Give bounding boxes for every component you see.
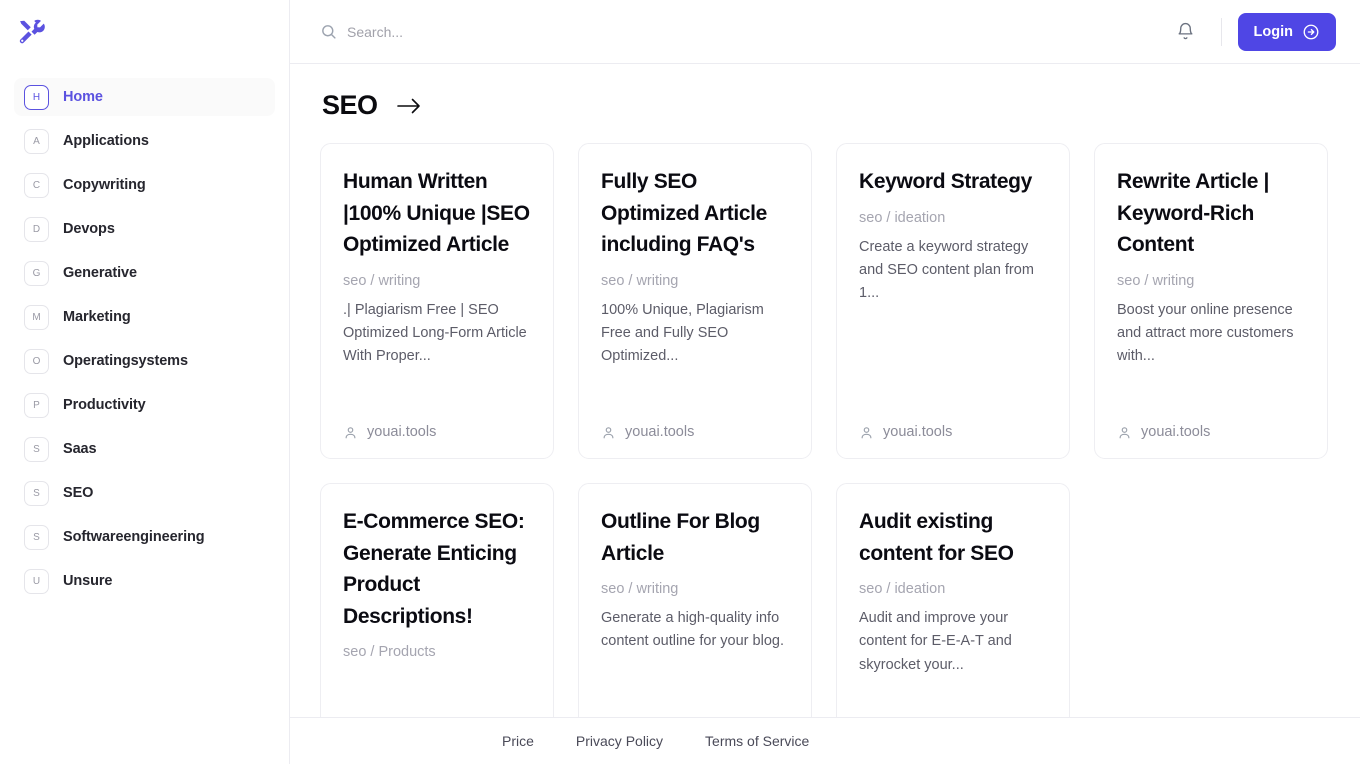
sidebar-item-label: Unsure [63,573,113,589]
sidebar-item-label: Operatingsystems [63,353,188,369]
sidebar-item-productivity[interactable]: P Productivity [14,386,275,424]
search-icon [322,25,336,39]
card-author-name: youai.tools [1141,424,1211,440]
user-icon [861,426,872,438]
card-description: Boost your online presence and attract m… [1117,301,1294,365]
sidebar-item-operatingsystems[interactable]: O Operatingsystems [14,342,275,380]
sidebar-item-badge: A [24,128,49,154]
sidebar-item-label: Generative [63,265,137,281]
sidebar-item-marketing[interactable]: M Marketing [14,298,275,336]
topbar-actions: Login [1167,12,1336,51]
sidebar-item-badge: S [24,480,49,506]
tools-logo-icon [19,19,45,44]
card-author-name: youai.tools [883,424,953,440]
sidebar-item-softwareengineering[interactable]: S Softwareengineering [14,518,275,556]
notifications-button[interactable] [1167,13,1205,51]
tool-card[interactable]: Human Written |100% Unique |SEO Optimize… [320,143,554,459]
card-author-name: youai.tools [625,424,695,440]
main-column: Login SEO Human Written |100% Unique |SE… [290,0,1360,764]
content-area: SEO Human Written |100% Unique |SEO Opti… [290,64,1360,764]
logo-container[interactable] [0,0,289,64]
card-author-name: youai.tools [367,424,437,440]
card-author: youai.tools [1117,424,1305,440]
card-category: seo / ideation [859,209,946,226]
sidebar-item-seo[interactable]: S SEO [14,474,275,512]
page-title: SEO [322,90,378,120]
sidebar-item-applications[interactable]: A Applications [14,122,275,160]
sidebar-item-label: Devops [63,221,115,237]
card-title: Audit existing content for SEO [859,510,1014,565]
card-title: E-Commerce SEO: Generate Enticing Produc… [343,510,525,628]
sidebar-item-label: Copywriting [63,177,146,193]
sidebar-nav: H Home A Applications C Copywriting D Devops G Ge… [0,64,289,600]
search-input[interactable] [347,23,767,40]
card-description: .| Plagiarism Free | SEO Optimized Long-… [343,301,527,365]
card-author: youai.tools [859,424,1047,440]
card-category: seo / writing [1117,272,1195,289]
card-description: 100% Unique, Plagiarism Free and Fully S… [601,301,764,365]
card-category: seo / writing [601,581,679,597]
sidebar-item-label: Productivity [63,397,146,413]
user-icon [1119,426,1130,438]
tool-card[interactable]: Keyword Strategy seo / ideation Create a k… [836,143,1070,459]
sidebar-item-label: Marketing [63,309,131,325]
sidebar-item-label: Applications [63,133,149,149]
card-author: youai.tools [343,424,531,440]
card-category: seo / writing [343,272,421,289]
footer-link-terms-of-service[interactable]: Terms of Service [705,733,809,749]
sidebar: H Home A Applications C Copywriting D Devops G Ge… [0,0,290,764]
sidebar-item-devops[interactable]: D Devops [14,210,275,248]
card-title: Human Written |100% Unique |SEO Optimize… [343,170,530,256]
tool-card[interactable]: Rewrite Article | Keyword-Rich Content se… [1094,143,1328,459]
sidebar-item-badge: M [24,304,49,330]
card-title: Rewrite Article | Keyword-Rich Content [1117,170,1270,256]
card-title: Outline For Blog Article [601,510,760,565]
topbar: Login [290,0,1360,64]
footer: Price Privacy Policy Terms of Service [290,717,1360,764]
sidebar-item-badge: U [24,568,49,594]
footer-link-privacy-policy[interactable]: Privacy Policy [576,733,663,749]
login-button[interactable]: Login [1237,12,1336,51]
card-category: seo / writing [601,272,679,289]
sidebar-item-label: Softwareengineering [63,529,205,545]
topbar-divider [1220,17,1222,46]
tool-card[interactable]: Fully SEO Optimized Article including FA… [578,143,812,459]
sidebar-item-home[interactable]: H Home [14,78,275,116]
card-author: youai.tools [601,424,789,440]
sidebar-item-label: SEO [63,485,94,501]
card-title: Keyword Strategy [859,170,1032,193]
bell-icon [1178,22,1193,40]
app-root: H Home A Applications C Copywriting D Devops G Ge… [0,0,1360,764]
card-description: Create a keyword strategy and SEO conten… [859,238,1034,302]
sidebar-item-badge: S [24,436,49,462]
sidebar-item-generative[interactable]: G Generative [14,254,275,292]
sidebar-item-badge: G [24,260,49,286]
sidebar-item-badge: O [24,348,49,374]
sidebar-item-badge: P [24,392,49,418]
sidebar-item-badge: S [24,524,49,550]
user-icon [345,426,356,438]
sidebar-item-copywriting[interactable]: C Copywriting [14,166,275,204]
section-header: SEO [320,90,1330,121]
card-title: Fully SEO Optimized Article including FA… [601,170,767,256]
sidebar-item-badge: D [24,216,49,242]
sidebar-item-unsure[interactable]: U Unsure [14,562,275,600]
search-container[interactable] [320,23,1167,40]
arrow-right-circle-icon [1303,24,1319,39]
arrow-right-icon[interactable] [394,95,424,117]
card-category: seo / ideation [859,581,946,597]
sidebar-item-badge: H [24,84,49,110]
login-button-label: Login [1253,23,1293,40]
user-icon [603,426,614,438]
sidebar-item-saas[interactable]: S Saas [14,430,275,468]
sidebar-item-label: Saas [63,441,97,457]
card-grid: Human Written |100% Unique |SEO Optimize… [320,143,1330,764]
sidebar-item-badge: C [24,172,49,198]
sidebar-item-label: Home [63,89,103,105]
card-category: seo / Products [343,644,436,660]
footer-link-price[interactable]: Price [502,733,534,749]
